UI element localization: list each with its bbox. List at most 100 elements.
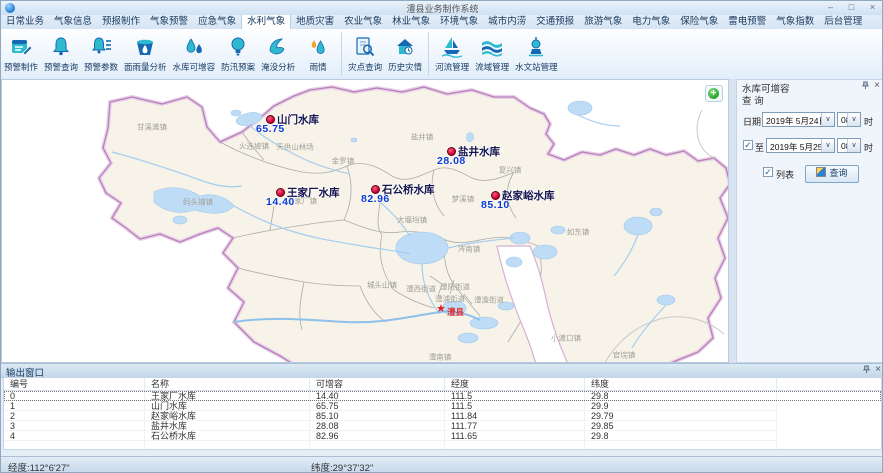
tab-应急气象[interactable]: 应急气象: [193, 15, 241, 29]
table-cell: 14.40: [310, 391, 445, 401]
to-checkbox[interactable]: ✓: [743, 140, 753, 150]
toolbar-button-灾点查询[interactable]: 灾点查询: [345, 29, 385, 79]
toolbar-button-雨情[interactable]: 雨情: [298, 29, 338, 79]
chevron-down-icon: ∨: [821, 139, 834, 152]
disaster-history-icon: [393, 35, 417, 59]
toolbar-button-河流管理[interactable]: 河流管理: [432, 29, 472, 79]
toolbar-button-历史灾情[interactable]: 历史灾情: [385, 29, 425, 79]
tab-日常业务[interactable]: 日常业务: [1, 15, 49, 29]
toolbar-button-防汛预案[interactable]: 防汛预案: [218, 29, 258, 79]
maximize-button[interactable]: □: [844, 1, 859, 14]
table-row-empty: [4, 441, 881, 450]
toolbar-button-label: 防汛预案: [221, 61, 255, 73]
toolbar-button-流域管理[interactable]: 流域管理: [472, 29, 512, 79]
chevron-down-icon: ∨: [847, 139, 860, 152]
tab-雷电预警[interactable]: 雷电预警: [723, 15, 771, 29]
table-cell: 29.9: [585, 401, 777, 411]
chevron-down-icon: ∨: [821, 113, 834, 126]
date-from-value: 2019年 5月24日: [766, 115, 827, 127]
toolbar-button-预警制作[interactable]: 预警制作: [1, 29, 41, 79]
list-checkbox[interactable]: ✓: [763, 167, 773, 177]
toolbar-button-label: 雨情: [310, 61, 327, 73]
town-label-如东镇: 如东镇: [567, 227, 590, 238]
date-from-select[interactable]: 2019年 5月24日 ∨: [762, 112, 835, 127]
tab-旅游气象[interactable]: 旅游气象: [579, 15, 627, 29]
town-label-码头铺镇: 码头铺镇: [183, 197, 213, 208]
column-header-纬度[interactable]: 纬度: [585, 378, 777, 390]
warning-search-icon: [49, 35, 73, 59]
toolbar-button-水文站管理[interactable]: 水文站管理: [512, 29, 561, 79]
hour-to-select[interactable]: 08 ∨: [837, 138, 861, 153]
town-label-涔南镇: 涔南镇: [458, 244, 481, 255]
table-cell: 111.77: [445, 421, 585, 431]
town-label-城头山镇: 城头山镇: [367, 280, 397, 291]
toolbar-button-label: 河流管理: [435, 61, 469, 73]
table-cell: 0: [4, 391, 145, 401]
column-header-名称[interactable]: 名称: [145, 378, 310, 390]
pin-icon[interactable]: [861, 81, 870, 90]
toolbar-button-水库可增容[interactable]: 水库可增容: [170, 29, 219, 79]
warning-edit-icon: [9, 35, 33, 59]
toolbar-button-面雨量分析[interactable]: 面雨量分析: [121, 29, 170, 79]
reservoir-capacity-panel: 水库可增容 × 查 询 日期 2019年 5月24日 ∨ 08 ∨ 时: [736, 79, 883, 363]
table-cell: 28.08: [310, 421, 445, 431]
toolbar-button-淹没分析[interactable]: 淹没分析: [258, 29, 298, 79]
tab-电力气象[interactable]: 电力气象: [627, 15, 675, 29]
table-cell: [445, 441, 585, 450]
toolbar-button-预警参数[interactable]: 预警参数: [81, 29, 121, 79]
date-label: 日期: [743, 115, 761, 128]
tab-交通预报[interactable]: 交通预报: [531, 15, 579, 29]
close-panel-icon[interactable]: ×: [875, 365, 881, 374]
reservoir-value-label: 65.75: [256, 123, 285, 135]
table-cell: 1: [4, 401, 145, 411]
tab-预报制作[interactable]: 预报制作: [97, 15, 145, 29]
table-cell: [4, 441, 145, 450]
date-to-select[interactable]: 2019年 5月25日 ∨: [766, 138, 835, 153]
table-cell: 29.8: [585, 391, 777, 401]
table-row[interactable]: 2赵家峪水库85.10111.8429.79: [4, 411, 881, 421]
table-cell: [585, 441, 777, 450]
panel-splitter[interactable]: [729, 79, 736, 363]
panel-subtitle: 查 询: [742, 93, 764, 107]
column-header-经度[interactable]: 经度: [445, 378, 585, 390]
tab-保险气象[interactable]: 保险气象: [675, 15, 723, 29]
table-row[interactable]: 4石公桥水库82.96111.6529.8: [4, 431, 881, 441]
reservoir-value-label: 85.10: [481, 199, 510, 211]
plus-icon: +: [708, 88, 719, 99]
county-map[interactable]: 甘溪滩镇火连坡镇天供山林场金罗镇盐井镇复兴镇码头铺镇王家厂镇大堰垱镇梦溪镇涔南镇…: [1, 79, 729, 363]
column-header-编号[interactable]: 编号: [4, 378, 145, 390]
pin-icon[interactable]: [862, 365, 871, 374]
toolbar-separator: [341, 32, 342, 76]
query-button[interactable]: 查询: [805, 165, 859, 183]
map-zoom-in-button[interactable]: +: [705, 85, 723, 102]
close-panel-icon[interactable]: ×: [874, 81, 880, 90]
toolbar-button-label: 预警参数: [84, 61, 118, 73]
tab-气象指数[interactable]: 气象指数: [771, 15, 819, 29]
table-row[interactable]: 1山门水库65.75111.529.9: [4, 401, 881, 411]
tab-农业气象[interactable]: 农业气象: [339, 15, 387, 29]
tab-气象信息[interactable]: 气象信息: [49, 15, 97, 29]
hour-from-select[interactable]: 08 ∨: [837, 112, 861, 127]
toolbar-button-预警查询[interactable]: 预警查询: [41, 29, 81, 79]
reservoir-value-label: 14.40: [266, 196, 295, 208]
minimize-button[interactable]: –: [823, 1, 838, 14]
tab-环境气象[interactable]: 环境气象: [435, 15, 483, 29]
tab-水利气象[interactable]: 水利气象: [241, 15, 291, 29]
tab-气象预警[interactable]: 气象预警: [145, 15, 193, 29]
town-label-甘溪滩镇: 甘溪滩镇: [137, 122, 167, 133]
toolbar-button-label: 预警制作: [4, 61, 38, 73]
tab-地质灾害[interactable]: 地质灾害: [291, 15, 339, 29]
close-button[interactable]: ×: [865, 1, 880, 14]
longitude-readout: 经度:112°6'27": [8, 460, 70, 473]
tab-城市内涝[interactable]: 城市内涝: [483, 15, 531, 29]
table-row[interactable]: 3盐井水库28.08111.7729.85: [4, 421, 881, 431]
tab-林业气象[interactable]: 林业气象: [387, 15, 435, 29]
window-controls: –□ ×: [823, 1, 880, 15]
table-row[interactable]: 0王家厂水库14.40111.529.8: [4, 391, 881, 401]
town-label-大堰垱镇: 大堰垱镇: [397, 215, 427, 226]
list-label: 列表: [776, 168, 794, 181]
column-header-可增容[interactable]: 可增容: [310, 378, 445, 390]
tab-后台管理[interactable]: 后台管理: [819, 15, 867, 29]
query-button-icon: [816, 167, 826, 177]
toolbar-button-label: 历史灾情: [388, 61, 422, 73]
